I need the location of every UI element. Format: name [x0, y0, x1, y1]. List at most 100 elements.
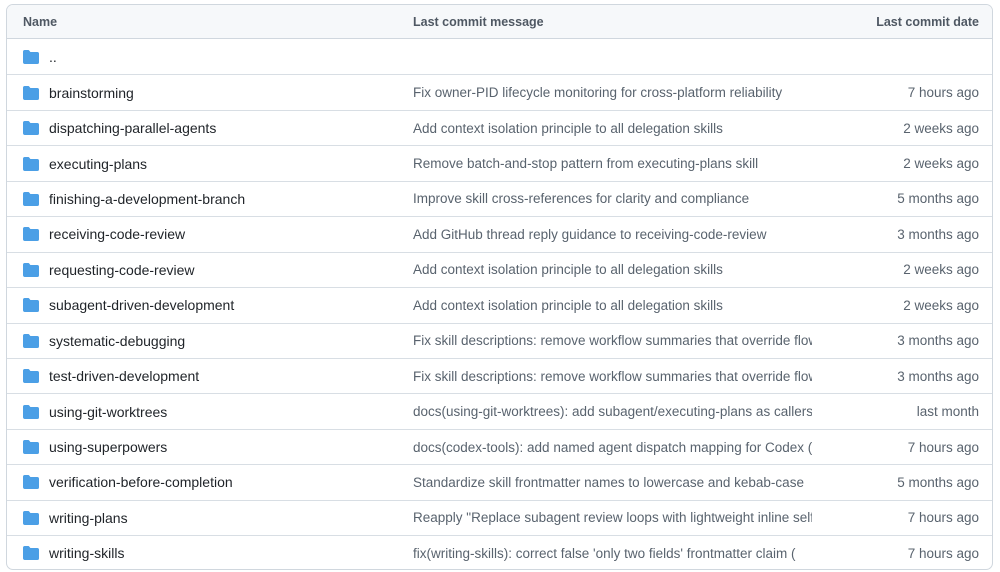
commit-message-text: Reapply "Replace subagent review loops w…	[413, 510, 812, 525]
commit-date: 5 months ago	[812, 475, 992, 490]
commit-message-text: Fix skill descriptions: remove workflow …	[413, 369, 812, 384]
folder-icon	[23, 545, 39, 561]
folder-icon	[23, 262, 39, 278]
folder-name: brainstorming	[49, 85, 134, 101]
folder-name: requesting-code-review	[49, 262, 195, 278]
commit-message-link[interactable]: Standardize skill frontmatter names to l…	[413, 475, 812, 490]
commit-message-link[interactable]: Improve skill cross-references for clari…	[413, 191, 812, 206]
commit-message-text: Standardize skill frontmatter names to l…	[413, 475, 804, 490]
folder-name: verification-before-completion	[49, 474, 233, 490]
folder-link[interactable]: using-git-worktrees	[7, 404, 413, 420]
folder-icon	[23, 404, 39, 420]
folder-icon	[23, 510, 39, 526]
commit-date: 7 hours ago	[812, 546, 992, 561]
folder-name: subagent-driven-development	[49, 297, 234, 313]
folder-name: ..	[49, 49, 57, 65]
file-browser-table: Name Last commit message Last commit dat…	[6, 4, 993, 570]
commit-date: 3 months ago	[812, 333, 992, 348]
folder-icon	[23, 297, 39, 313]
folder-icon	[23, 191, 39, 207]
folder-name: writing-plans	[49, 510, 128, 526]
folder-link[interactable]: test-driven-development	[7, 368, 413, 384]
folder-name: using-superpowers	[49, 439, 167, 455]
folder-link[interactable]: writing-plans	[7, 510, 413, 526]
table-row: using-superpowers docs(codex-tools): add…	[7, 429, 992, 464]
table-row: writing-skills fix(writing-skills): corr…	[7, 535, 992, 570]
table-row: subagent-driven-development Add context …	[7, 287, 992, 322]
commit-date: 7 hours ago	[812, 85, 992, 100]
commit-date: 2 weeks ago	[812, 262, 992, 277]
folder-link[interactable]: requesting-code-review	[7, 262, 413, 278]
commit-date: 5 months ago	[812, 191, 992, 206]
folder-name: dispatching-parallel-agents	[49, 120, 216, 136]
commit-message-text: Improve skill cross-references for clari…	[413, 191, 749, 206]
folder-link[interactable]: finishing-a-development-branch	[7, 191, 413, 207]
column-header-last-commit-date: Last commit date	[812, 15, 992, 29]
folder-name: test-driven-development	[49, 368, 199, 384]
commit-message-link[interactable]: Add context isolation principle to all d…	[413, 121, 812, 136]
folder-name: executing-plans	[49, 156, 147, 172]
table-row: requesting-code-review Add context isola…	[7, 252, 992, 287]
folder-icon	[23, 474, 39, 490]
table-row: brainstorming Fix owner-PID lifecycle mo…	[7, 74, 992, 109]
folder-icon	[23, 120, 39, 136]
folder-name: writing-skills	[49, 545, 124, 561]
commit-message-text: Add context isolation principle to all d…	[413, 121, 723, 136]
commit-message-link[interactable]: docs(codex-tools): add named agent dispa…	[413, 440, 812, 455]
commit-date: 3 months ago	[812, 369, 992, 384]
commit-message-link[interactable]: Reapply "Replace subagent review loops w…	[413, 510, 812, 525]
folder-icon	[23, 85, 39, 101]
table-header-row: Name Last commit message Last commit dat…	[7, 5, 992, 39]
commit-message-text: Add context isolation principle to all d…	[413, 262, 723, 277]
table-row: dispatching-parallel-agents Add context …	[7, 110, 992, 145]
folder-name: systematic-debugging	[49, 333, 185, 349]
folder-name: receiving-code-review	[49, 226, 185, 242]
folder-link[interactable]: executing-plans	[7, 156, 413, 172]
commit-message-link[interactable]: docs(using-git-worktrees): add subagent/…	[413, 404, 812, 419]
folder-link[interactable]: writing-skills	[7, 545, 413, 561]
folder-link[interactable]: verification-before-completion	[7, 474, 413, 490]
folder-link[interactable]: brainstorming	[7, 85, 413, 101]
commit-date: 7 hours ago	[812, 440, 992, 455]
commit-message-text: docs(using-git-worktrees): add subagent/…	[413, 404, 812, 419]
commit-message-text: Fix skill descriptions: remove workflow …	[413, 333, 812, 348]
commit-message-link[interactable]: Add context isolation principle to all d…	[413, 262, 812, 277]
commit-message-text: Fix owner-PID lifecycle monitoring for c…	[413, 85, 782, 100]
folder-link[interactable]: receiving-code-review	[7, 226, 413, 242]
commit-message-link[interactable]: Fix owner-PID lifecycle monitoring for c…	[413, 85, 812, 100]
file-table-body: .. brainstorming Fix owner-PID lifecycle…	[7, 39, 992, 570]
folder-link[interactable]: subagent-driven-development	[7, 297, 413, 313]
folder-icon	[23, 333, 39, 349]
folder-icon	[23, 49, 39, 65]
commit-date: 2 weeks ago	[812, 121, 992, 136]
folder-icon	[23, 226, 39, 242]
folder-link[interactable]: ..	[7, 49, 413, 65]
folder-icon	[23, 368, 39, 384]
table-row: ..	[7, 39, 992, 74]
table-row: receiving-code-review Add GitHub thread …	[7, 216, 992, 251]
table-row: finishing-a-development-branch Improve s…	[7, 181, 992, 216]
table-row: test-driven-development Fix skill descri…	[7, 358, 992, 393]
commit-message-link[interactable]: fix(writing-skills): correct false 'only…	[413, 546, 812, 561]
table-row: verification-before-completion Standardi…	[7, 464, 992, 499]
table-row: executing-plans Remove batch-and-stop pa…	[7, 145, 992, 180]
commit-message-text: Remove batch-and-stop pattern from execu…	[413, 156, 758, 171]
commit-message-link[interactable]: Fix skill descriptions: remove workflow …	[413, 369, 812, 384]
commit-message-text: Add GitHub thread reply guidance to rece…	[413, 227, 766, 242]
table-row: using-git-worktrees docs(using-git-workt…	[7, 393, 992, 428]
commit-date: 3 months ago	[812, 227, 992, 242]
commit-date: last month	[812, 404, 992, 419]
folder-name: finishing-a-development-branch	[49, 191, 245, 207]
table-row: writing-plans Reapply "Replace subagent …	[7, 500, 992, 535]
commit-message-link[interactable]: Fix skill descriptions: remove workflow …	[413, 333, 812, 348]
folder-link[interactable]: using-superpowers	[7, 439, 413, 455]
folder-link[interactable]: systematic-debugging	[7, 333, 413, 349]
column-header-name: Name	[7, 15, 413, 29]
commit-message-link[interactable]: Remove batch-and-stop pattern from execu…	[413, 156, 812, 171]
commit-message-link[interactable]: Add GitHub thread reply guidance to rece…	[413, 227, 812, 242]
commit-date: 7 hours ago	[812, 510, 992, 525]
commit-message-link[interactable]: Add context isolation principle to all d…	[413, 298, 812, 313]
folder-link[interactable]: dispatching-parallel-agents	[7, 120, 413, 136]
column-header-last-commit-message: Last commit message	[413, 15, 812, 29]
commit-date: 2 weeks ago	[812, 156, 992, 171]
